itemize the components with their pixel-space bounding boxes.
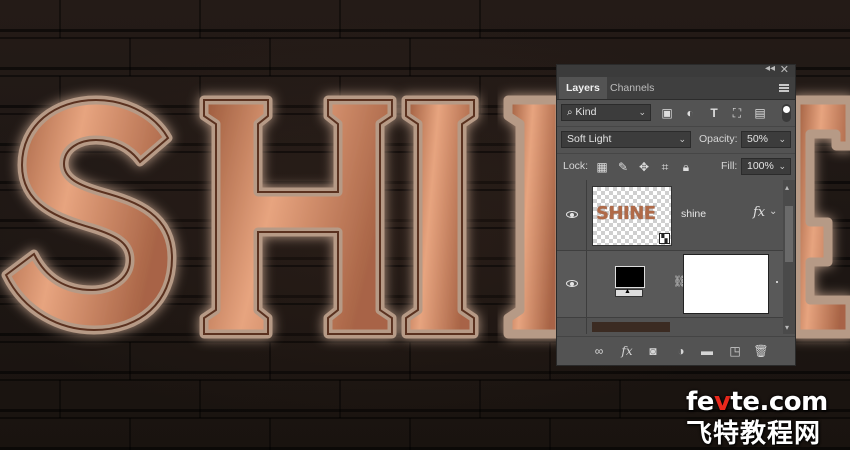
- panel-tabs: Layers Channels: [557, 77, 795, 100]
- chevron-down-icon: ⌄: [678, 134, 686, 144]
- site-watermark: fevte.com 飞特教程网: [686, 387, 828, 450]
- blend-mode-dropdown[interactable]: Soft Light ⌄: [561, 131, 691, 148]
- letter-h: [199, 95, 397, 339]
- layer-row-partial[interactable]: [557, 318, 783, 334]
- new-group-folder-icon[interactable]: ▬: [699, 343, 715, 359]
- opacity-label: Opacity:: [699, 133, 738, 145]
- lock-position-icon[interactable]: ✥: [637, 160, 651, 174]
- filter-toggle-switch[interactable]: [782, 104, 791, 122]
- opacity-field[interactable]: 50% ⌄: [741, 131, 791, 148]
- smart-object-badge-icon: ▚: [659, 233, 670, 244]
- layer-effects-fx-icon[interactable]: fx: [753, 205, 765, 220]
- layer-row-shine[interactable]: SHINE ▚ shine fx ⌄: [557, 180, 783, 251]
- blend-mode-value: Soft Light: [567, 133, 612, 145]
- shape-filter-icon[interactable]: ⛶: [730, 106, 744, 120]
- adjustment-layer-thumbnail: ▲: [609, 263, 649, 303]
- brick-layer-thumbnail: [592, 322, 670, 332]
- scroll-thumb[interactable]: [785, 206, 793, 262]
- add-layer-style-fx-icon[interactable]: fx: [619, 343, 635, 359]
- scroll-up-icon[interactable]: ▴: [785, 183, 789, 192]
- link-layers-icon[interactable]: ∞: [591, 343, 607, 359]
- collapse-panel-icon[interactable]: ◂◂: [765, 63, 775, 74]
- visibility-eye-icon[interactable]: [566, 210, 580, 220]
- layer-mask-thumbnail[interactable]: [683, 254, 769, 314]
- fill-value: 100%: [747, 160, 774, 172]
- tab-channels[interactable]: Channels: [603, 77, 661, 99]
- type-filter-icon[interactable]: T: [707, 106, 721, 120]
- layer-filter-row: ⌕ Kind ⌄ ▣ ◐ T ⛶ ▤: [557, 100, 795, 127]
- fill-field[interactable]: 100% ⌄: [741, 158, 791, 175]
- lock-row: Lock: ▦ ✎ ✥ ⌗ 🔒︎ Fill: 100% ⌄: [557, 154, 795, 181]
- panel-title-bar[interactable]: ◂◂ ✕: [557, 63, 795, 77]
- layer-thumbnail: SHINE ▚: [592, 186, 672, 246]
- letter-e-partial: [791, 95, 850, 339]
- layer-row-adjustment[interactable]: ▲ ⛓: [557, 251, 783, 318]
- delete-layer-trash-icon[interactable]: 🗑︎: [753, 343, 769, 359]
- layers-bottom-toolbar: ∞ fx ◙ ◑ ▬ ◳ 🗑︎: [557, 336, 795, 365]
- fill-label: Fill:: [721, 160, 738, 172]
- chevron-down-icon[interactable]: ⌄: [778, 132, 786, 147]
- lock-artboard-icon[interactable]: ⌗: [658, 160, 672, 174]
- image-filter-icon[interactable]: ▣: [660, 106, 674, 120]
- layers-scrollbar[interactable]: ▴ ▾: [783, 180, 795, 334]
- letter-i: [401, 95, 479, 339]
- thumbnail-shine-text: SHINE: [596, 203, 656, 224]
- chevron-down-icon: ⌄: [638, 107, 646, 117]
- new-adjustment-layer-icon[interactable]: ◑: [673, 343, 689, 359]
- add-mask-icon[interactable]: ◙: [645, 343, 661, 359]
- tab-layers[interactable]: Layers: [559, 77, 607, 99]
- chevron-down-icon[interactable]: ⌄: [778, 159, 786, 174]
- filter-kind-label: Kind: [575, 106, 597, 118]
- letter-s: [1, 95, 177, 335]
- expand-effects-chevron-icon[interactable]: ⌄: [769, 206, 777, 217]
- lock-transparent-pixels-icon[interactable]: ▦: [595, 160, 609, 174]
- letter-n-partial: [503, 95, 565, 339]
- new-layer-icon[interactable]: ◳: [727, 343, 743, 359]
- lock-label: Lock:: [563, 160, 589, 172]
- lock-all-icon[interactable]: 🔒︎: [679, 160, 693, 174]
- close-panel-icon[interactable]: ✕: [780, 63, 789, 76]
- opacity-value: 50%: [747, 133, 769, 145]
- layer-name[interactable]: shine: [681, 208, 706, 220]
- panel-menu-icon[interactable]: [779, 84, 789, 92]
- levels-triangle-icon: ▲: [624, 288, 631, 295]
- watermark-chinese-title: 飞特教程网: [686, 419, 822, 449]
- layers-panel: ◂◂ ✕ Layers Channels ⌕ Kind ⌄ ▣ ◐ T ⛶ ▤ …: [556, 63, 796, 366]
- blend-mode-row: Soft Light ⌄ Opacity: 50% ⌄: [557, 127, 795, 154]
- smart-object-filter-icon[interactable]: ▤: [753, 106, 767, 120]
- filter-kind-dropdown[interactable]: ⌕ Kind ⌄: [561, 104, 651, 121]
- lock-image-pixels-icon[interactable]: ✎: [616, 160, 630, 174]
- adjustment-filter-icon[interactable]: ◐: [683, 106, 697, 120]
- visibility-eye-icon[interactable]: [566, 279, 580, 289]
- scroll-down-icon[interactable]: ▾: [785, 323, 789, 332]
